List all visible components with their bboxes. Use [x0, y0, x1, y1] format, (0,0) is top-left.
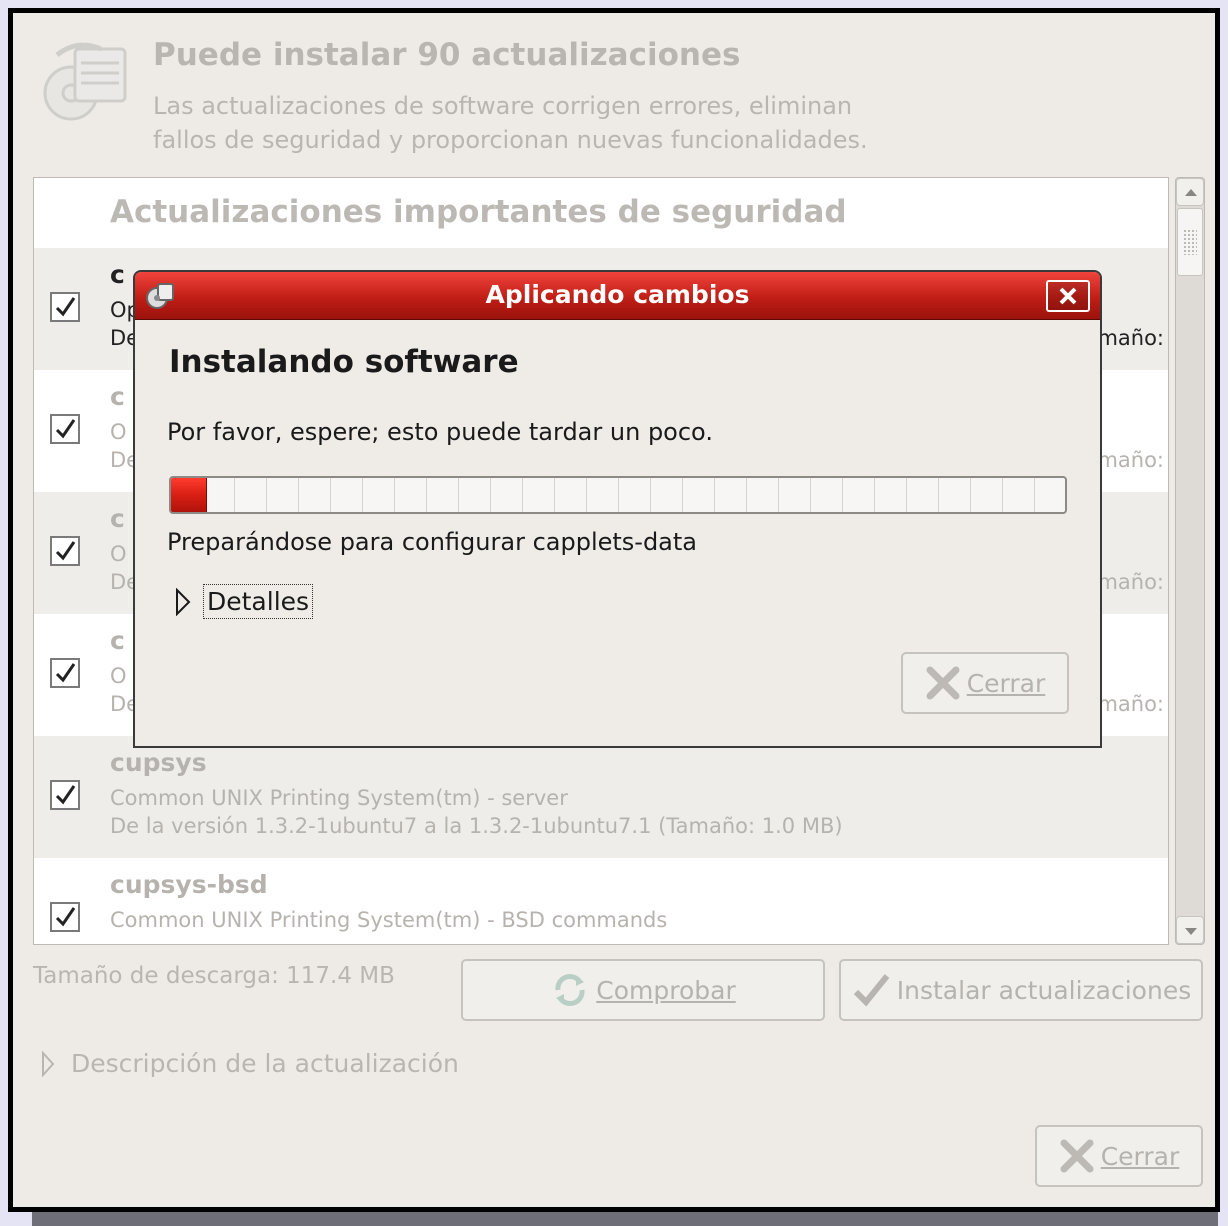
- grip-icon: [1183, 229, 1197, 255]
- dialog-message: Por favor, espere; esto puede tardar un …: [167, 418, 713, 446]
- description-line-1: Las actualizaciones de software corrigen…: [153, 92, 853, 120]
- checkmark-icon: [853, 974, 890, 1007]
- progress-fill: [171, 478, 207, 512]
- list-item[interactable]: cupsys-bsd Common UNIX Printing System(t…: [34, 858, 1168, 944]
- package-name: cupsys: [110, 748, 207, 777]
- package-description: Common UNIX Printing System(tm) - server: [110, 786, 568, 810]
- applying-changes-dialog: Aplicando cambios Instalando software Po…: [133, 270, 1102, 748]
- section-title-security: Actualizaciones importantes de seguridad: [110, 194, 847, 230]
- package-size: maño:: [1097, 448, 1164, 472]
- details-label: Detalles: [203, 584, 314, 619]
- arrow-up-icon: [1185, 189, 1197, 196]
- expander-arrow-icon: [42, 1050, 55, 1077]
- package-size: maño:: [1097, 692, 1164, 716]
- list-scrollbar[interactable]: [1175, 177, 1205, 945]
- close-button-label: Cerrar: [1100, 1141, 1180, 1171]
- package-name: cupsys-bsd: [110, 870, 268, 899]
- download-size-label: Tamaño de descarga: 117.4 MB: [33, 963, 395, 989]
- update-description-expander[interactable]: Descripción de la actualización: [41, 1049, 459, 1078]
- window-shadow: [32, 1212, 1218, 1226]
- update-checkbox[interactable]: [50, 902, 80, 932]
- update-checkbox[interactable]: [50, 414, 80, 444]
- check-icon: [55, 663, 76, 683]
- scroll-up-button[interactable]: [1176, 178, 1204, 206]
- update-checkbox[interactable]: [50, 292, 80, 322]
- update-checkbox[interactable]: [50, 658, 80, 688]
- package-name: c: [110, 382, 125, 411]
- dialog-titlebar[interactable]: Aplicando cambios: [135, 272, 1100, 320]
- install-updates-button[interactable]: Instalar actualizaciones: [839, 959, 1203, 1021]
- check-icon: [55, 907, 76, 927]
- description-line-2: fallos de seguridad y proporcionan nueva…: [153, 126, 868, 154]
- package-name: c: [110, 260, 125, 289]
- dialog-title: Aplicando cambios: [485, 280, 750, 309]
- list-item[interactable]: cupsys Common UNIX Printing System(tm) -…: [34, 736, 1168, 858]
- scroll-down-button[interactable]: [1176, 916, 1204, 944]
- scroll-thumb[interactable]: [1177, 208, 1203, 276]
- package-name: c: [110, 504, 125, 533]
- arrow-down-icon: [1185, 928, 1197, 935]
- progress-segments: [171, 478, 1065, 512]
- dialog-close-label: Cerrar: [966, 668, 1046, 698]
- check-icon: [55, 785, 76, 805]
- expander-arrow-icon: [176, 587, 191, 616]
- check-button[interactable]: Comprobar: [461, 959, 825, 1021]
- close-icon: [1060, 1139, 1094, 1173]
- updates-description: Las actualizaciones de software corrigen…: [153, 89, 1053, 157]
- package-description: Common UNIX Printing System(tm) - BSD co…: [110, 908, 668, 932]
- package-description: O: [110, 420, 127, 444]
- install-progress-bar: [169, 476, 1067, 514]
- progress-status: Preparándose para configurar capplets-da…: [167, 528, 698, 556]
- details-expander[interactable]: Detalles: [175, 584, 314, 619]
- package-description: O: [110, 664, 127, 688]
- install-button-label: Instalar actualizaciones: [896, 975, 1192, 1005]
- software-update-icon: [43, 42, 127, 121]
- close-window-button[interactable]: Cerrar: [1035, 1125, 1203, 1187]
- check-button-label: Comprobar: [596, 975, 736, 1005]
- close-icon: [926, 666, 960, 700]
- package-name: c: [110, 626, 125, 655]
- check-icon: [55, 419, 76, 439]
- update-checkbox[interactable]: [50, 536, 80, 566]
- updates-count-title: Puede instalar 90 actualizaciones: [153, 37, 741, 73]
- package-size: maño:: [1097, 570, 1164, 594]
- dialog-close-x-button[interactable]: [1046, 280, 1090, 312]
- close-x-icon: [1059, 287, 1077, 305]
- check-icon: [55, 297, 76, 317]
- update-checkbox[interactable]: [50, 780, 80, 810]
- dialog-heading: Instalando software: [169, 344, 519, 380]
- dialog-close-button[interactable]: Cerrar: [901, 652, 1069, 714]
- package-size: maño:: [1097, 326, 1164, 350]
- expander-label: Descripción de la actualización: [71, 1049, 459, 1078]
- check-icon: [55, 541, 76, 561]
- refresh-icon: [555, 974, 585, 1006]
- package-description: O: [110, 542, 127, 566]
- package-version: De la versión 1.3.2-1ubuntu7 a la 1.3.2-…: [110, 814, 843, 838]
